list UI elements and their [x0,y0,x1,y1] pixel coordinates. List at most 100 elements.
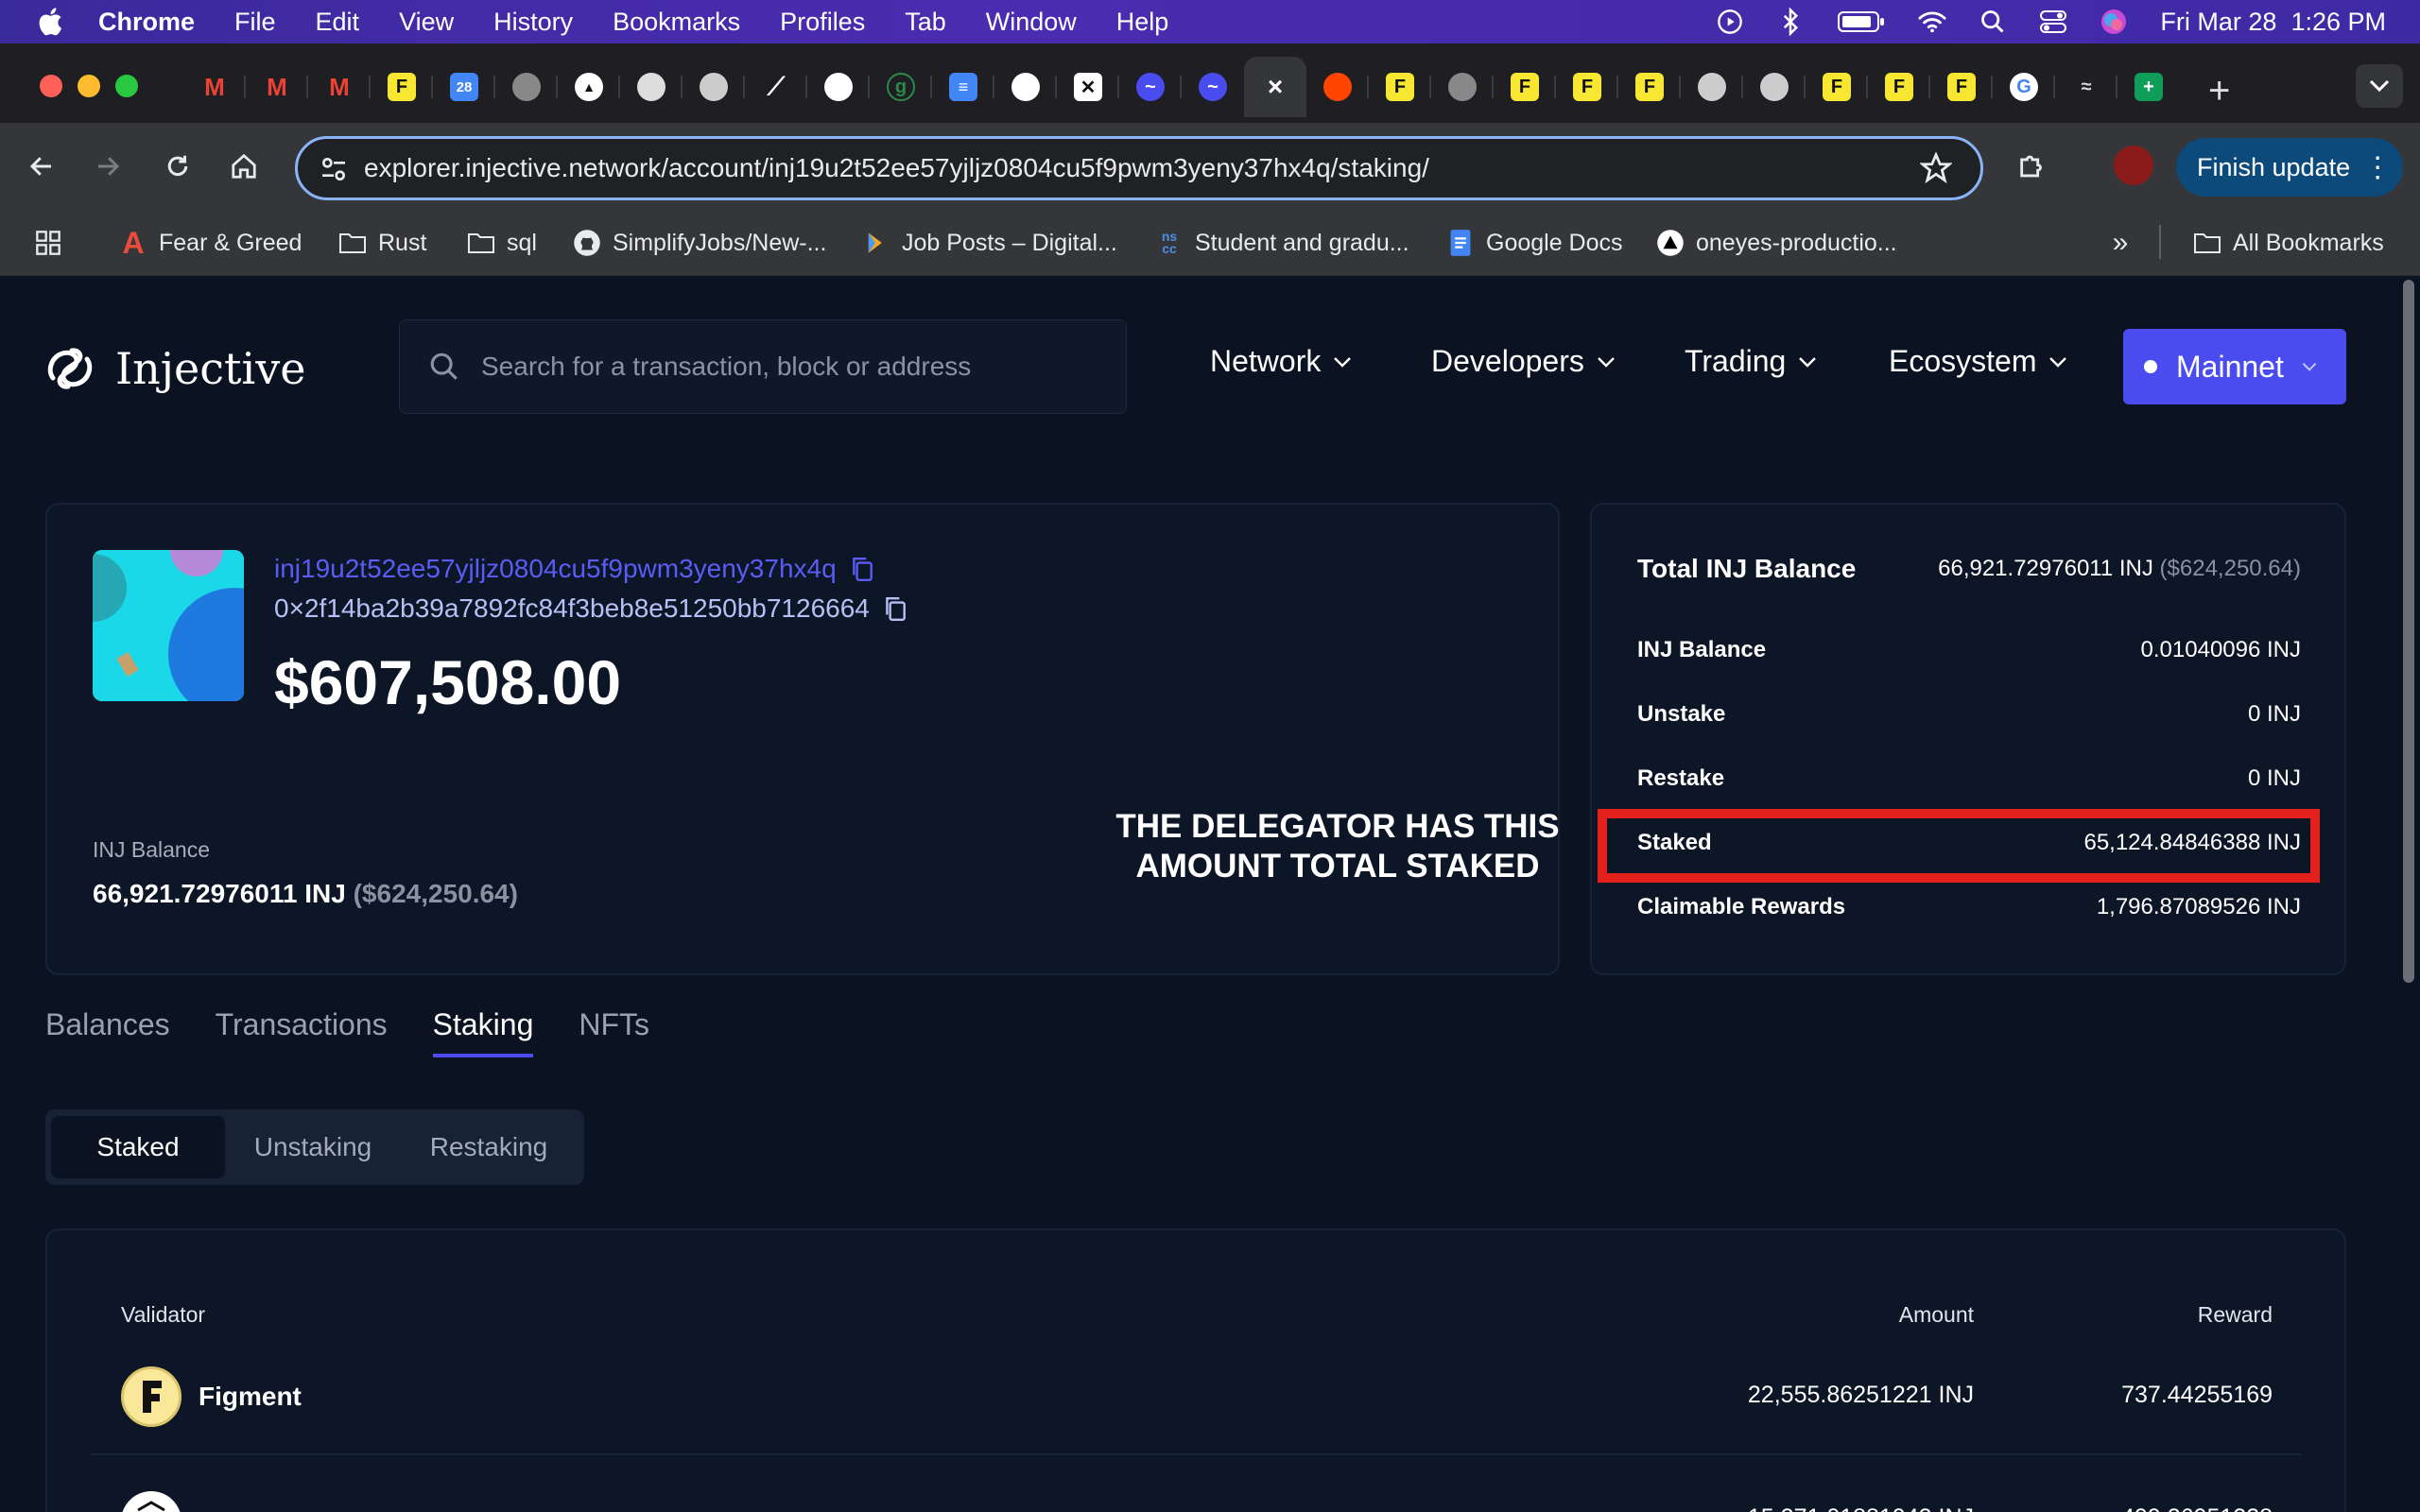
segment-staked[interactable]: Staked [51,1116,225,1178]
tab-g-site[interactable]: g [870,66,932,108]
account-address[interactable]: inj19u2t52ee57yjljz0804cu5f9pwm3yeny37hx… [274,554,874,584]
tab-search-button[interactable] [2356,64,2403,108]
window-zoom-button[interactable] [115,75,138,97]
copy-icon[interactable] [850,556,874,582]
window-close-button[interactable] [40,75,62,97]
extensions-button[interactable] [2012,146,2053,187]
tab-globe[interactable] [1431,66,1494,108]
tab-gmail[interactable]: M [246,66,308,108]
apple-icon[interactable] [36,6,68,38]
battery-icon[interactable] [1837,8,1886,36]
more-vert-icon[interactable]: ⋮ [2363,151,2392,184]
tab-chart[interactable] [1743,66,1806,108]
all-bookmarks-button[interactable]: All Bookmarks [2193,229,2384,257]
tab-f-site[interactable]: F [1494,66,1556,108]
bookmark-star-icon[interactable] [1920,152,1952,184]
address-bar[interactable]: explorer.injective.network/account/inj19… [295,136,1983,200]
tab-injective[interactable]: ~ [1119,66,1182,108]
tab-f-site[interactable]: F [1868,66,1930,108]
wifi-icon[interactable] [1918,8,1946,36]
menu-profiles[interactable]: Profiles [780,8,865,37]
tab-balances[interactable]: Balances [45,1007,170,1057]
tab-site[interactable] [620,66,683,108]
reload-button[interactable] [157,146,199,187]
bluetooth-icon[interactable] [1776,8,1805,36]
segment-unstaking[interactable]: Unstaking [225,1116,401,1178]
bookmark-job-posts[interactable]: Job Posts – Digital... [862,229,1117,257]
search-input[interactable]: Search for a transaction, block or addre… [399,319,1127,414]
eth-address[interactable]: 0×2f14ba2b39a7892fc84f3beb8e51250bb71266… [274,593,908,624]
tab-globe[interactable] [495,66,558,108]
menu-edit[interactable]: Edit [316,8,360,37]
home-button[interactable] [223,146,265,187]
tab-openai[interactable] [994,66,1057,108]
network-select-button[interactable]: Mainnet [2123,329,2346,404]
profile-avatar[interactable] [2114,146,2153,185]
page-scrollbar[interactable] [2397,276,2420,1512]
url-text[interactable]: explorer.injective.network/account/inj19… [364,153,1429,183]
bookmark-sql[interactable]: sql [467,229,537,257]
bookmark-student-grad[interactable]: ns cc Student and gradu... [1155,229,1409,257]
menu-help[interactable]: Help [1116,8,1169,37]
tab-vercel[interactable]: ▲ [558,66,620,108]
finish-update-button[interactable]: Finish update ⋮ [2176,138,2403,197]
menu-view[interactable]: View [399,8,454,37]
bookmark-simplifyjobs[interactable]: SimplifyJobs/New-... [573,229,826,257]
back-button[interactable] [21,146,62,187]
tab-transactions[interactable]: Transactions [216,1007,388,1057]
nav-ecosystem[interactable]: Ecosystem [1889,344,2068,379]
menu-window[interactable]: Window [986,8,1077,37]
menu-bookmarks[interactable]: Bookmarks [613,8,740,37]
forward-button[interactable] [87,146,129,187]
tab-nfts[interactable]: NFTs [579,1007,649,1057]
siri-icon[interactable] [2100,8,2128,36]
bookmark-google-docs[interactable]: Google Docs [1446,229,1623,257]
tab-f-site[interactable]: F [1618,66,1681,108]
tab-f-site[interactable]: F [1930,66,1993,108]
site-settings-icon[interactable] [319,154,349,184]
segment-restaking[interactable]: Restaking [401,1116,577,1178]
window-minimize-button[interactable] [78,75,100,97]
menu-tab[interactable]: Tab [905,8,946,37]
tab-injective[interactable]: ~ [1182,66,1244,108]
validator-name[interactable]: Figment [199,1382,302,1412]
tab-gmail[interactable]: M [308,66,371,108]
tab-google[interactable]: G [1993,66,2055,108]
scrollbar-thumb[interactable] [2403,280,2414,983]
tab-gmail[interactable]: M [183,66,246,108]
tab-f-site[interactable]: F [371,66,433,108]
menubar-datetime[interactable]: Fri Mar 28 1:26 PM [2160,8,2386,37]
tab-chart[interactable] [1681,66,1743,108]
tab-active-close[interactable]: × [1244,57,1306,117]
control-center-icon[interactable] [2039,8,2067,36]
copy-icon[interactable] [883,595,908,622]
tab-calendar[interactable]: 28 [433,66,495,108]
menu-app-chrome[interactable]: Chrome [98,8,195,37]
nav-developers[interactable]: Developers [1431,344,1616,379]
spotlight-search-icon[interactable] [1979,8,2007,36]
account-address-text[interactable]: inj19u2t52ee57yjljz0804cu5f9pwm3yeny37hx… [274,554,837,584]
menu-history[interactable]: History [493,8,573,37]
nav-trading[interactable]: Trading [1685,344,1818,379]
bookmark-oneyes[interactable]: oneyes-productio... [1656,229,1897,257]
bookmark-rust[interactable]: Rust [338,229,426,257]
new-tab-button[interactable]: + [2208,70,2230,112]
tab-staking[interactable]: Staking [432,1007,534,1057]
tab-github[interactable] [807,66,870,108]
menu-file[interactable]: File [234,8,276,37]
close-icon[interactable]: × [1261,72,1289,101]
apps-grid-button[interactable] [34,229,62,257]
bookmark-fear-greed[interactable]: A Fear & Greed [119,226,302,260]
nav-network[interactable]: Network [1210,344,1353,379]
tab-reddit[interactable] [1306,66,1369,108]
injective-logo[interactable]: Injective [43,342,305,395]
tab-linear[interactable]: ⟋ [745,66,807,108]
tab-site[interactable]: ≈ [2055,66,2118,108]
tab-x[interactable]: ✕ [1057,66,1119,108]
tab-f-site[interactable]: F [1369,66,1431,108]
play-circle-icon[interactable] [1716,8,1744,36]
tab-f-site[interactable]: F [1556,66,1618,108]
tab-sheets[interactable]: + [2118,66,2180,108]
tab-chart[interactable] [683,66,745,108]
tab-docs[interactable]: ≡ [932,66,994,108]
